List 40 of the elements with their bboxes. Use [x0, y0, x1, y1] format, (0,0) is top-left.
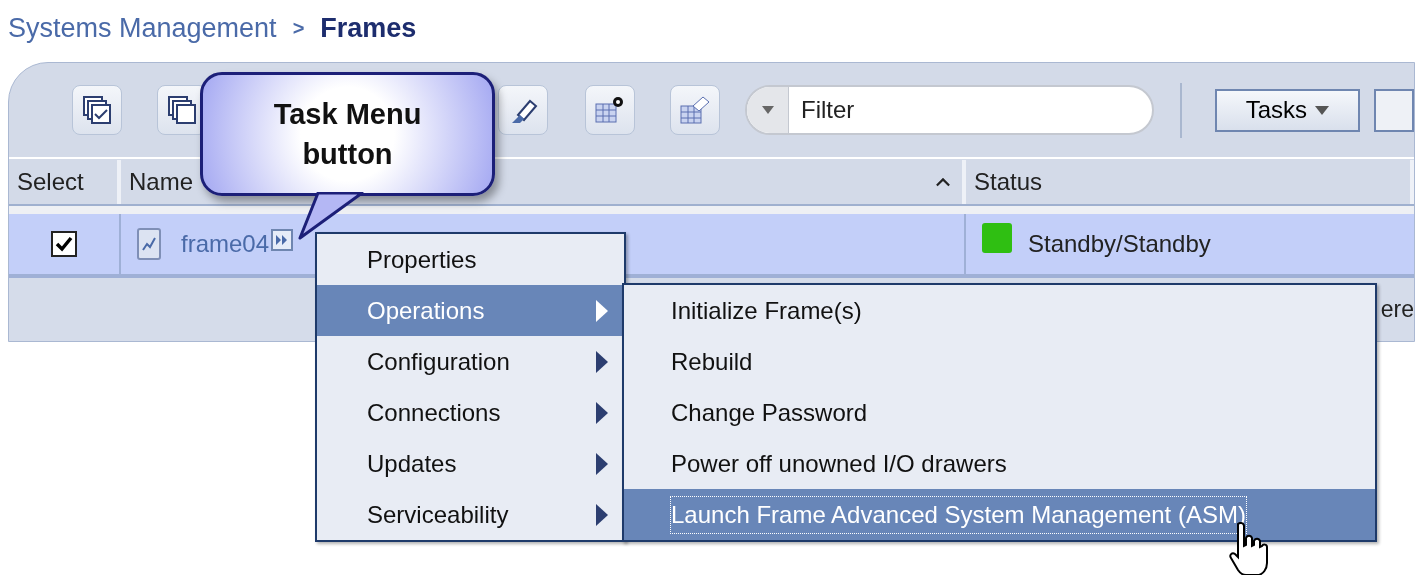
select-all-icon[interactable] [72, 85, 122, 135]
filter-field[interactable]: Filter [745, 85, 1154, 135]
table-edit-icon[interactable] [670, 85, 720, 135]
eraser-icon[interactable] [498, 85, 549, 135]
callout-tooltip: Task Menu button [200, 72, 495, 196]
sort-ascending-icon [936, 177, 950, 187]
stacked-windows-icon [167, 95, 198, 125]
filter-input[interactable]: Filter [801, 92, 1152, 128]
table-pencil-icon [679, 94, 711, 126]
caret-icon [1315, 105, 1330, 115]
menu-item[interactable]: Updates [317, 438, 624, 489]
submenu-arrow-icon [596, 401, 608, 424]
toolbar-button[interactable] [1374, 88, 1414, 132]
table-settings-icon[interactable] [584, 85, 635, 135]
footer-text: ere [1380, 295, 1414, 325]
table-gear-icon [593, 94, 626, 126]
submenu-arrow-icon [596, 503, 608, 526]
menu-item[interactable]: Connections [317, 387, 624, 438]
submenu-item[interactable]: Rebuild [624, 336, 1375, 387]
page-title: Frames [320, 11, 417, 45]
tasks-button[interactable]: Tasks [1214, 88, 1360, 132]
submenu-arrow-icon [596, 299, 608, 322]
frame-icon [137, 228, 161, 260]
checkmark-icon [55, 236, 73, 252]
submenu-item[interactable]: Initialize Frame(s) [624, 285, 1375, 336]
submenu-item[interactable]: Launch Frame Advanced System Management (ASM) [624, 489, 1375, 540]
caret-icon[interactable] [761, 106, 774, 114]
menu-item[interactable]: Serviceability [317, 489, 624, 540]
breadcrumb-separator: > [292, 16, 305, 41]
breadcrumb-link[interactable]: Systems Management [8, 7, 277, 49]
task-menu-icon[interactable] [271, 229, 294, 251]
status-text: Standby/Standby [1028, 229, 1211, 259]
submenu-item[interactable]: Power off unowned I/O drawers [624, 438, 1375, 489]
menu-item[interactable]: Configuration [317, 336, 624, 387]
submenu-arrow-icon [596, 452, 608, 475]
stacked-windows-check-icon [82, 95, 112, 125]
submenu-item[interactable]: Change Password [624, 387, 1375, 438]
submenu-arrow-icon [596, 350, 608, 373]
row-checkbox[interactable] [51, 231, 77, 257]
menu-item[interactable]: Operations [317, 285, 624, 336]
